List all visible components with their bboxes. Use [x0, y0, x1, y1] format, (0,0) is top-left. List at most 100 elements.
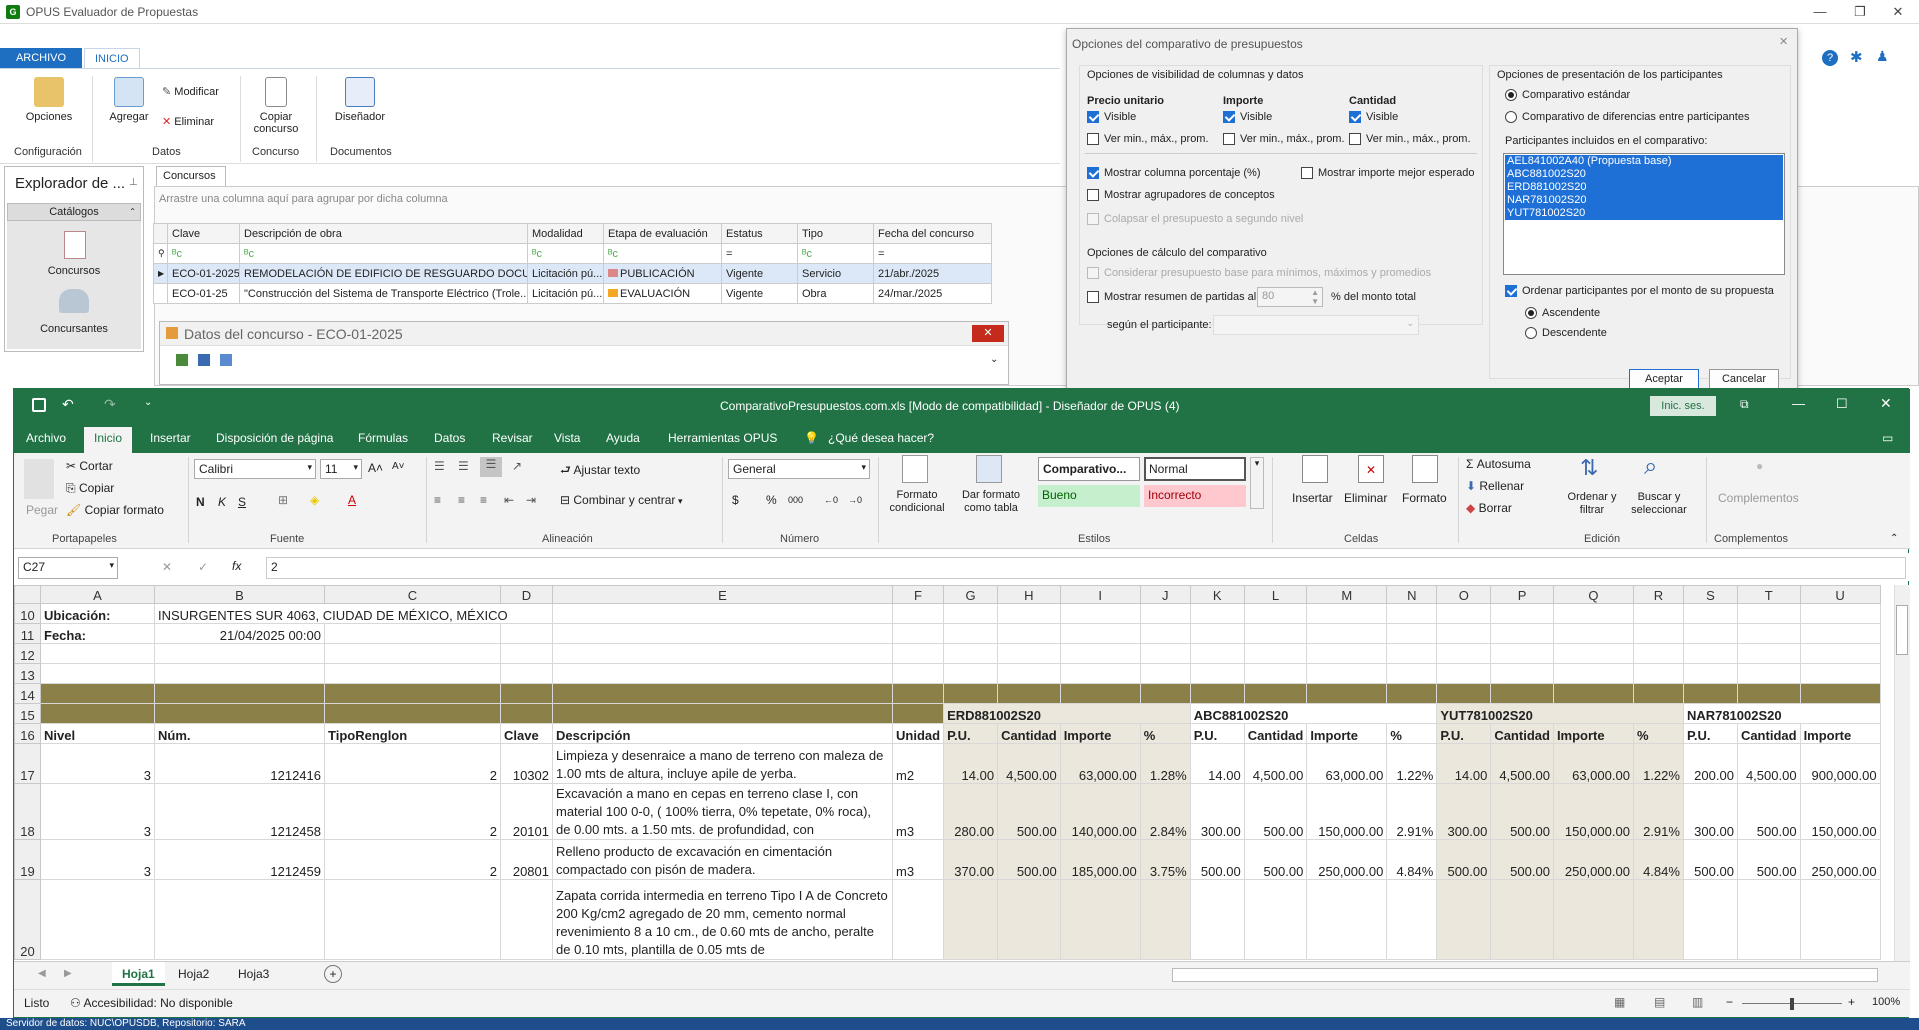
filter-cell[interactable]: ᴮᴄ — [527, 243, 604, 264]
sheet-cell[interactable] — [891, 603, 945, 624]
combinar-button[interactable]: ⊟ Combinar y centrar ▾ — [560, 493, 682, 507]
sheet-cell[interactable]: 200.00 — [1682, 743, 1738, 784]
col-header[interactable]: F — [891, 585, 945, 604]
sheet-cell[interactable] — [1632, 879, 1684, 960]
sheet-cell[interactable]: 1212458 — [154, 783, 325, 840]
formato-condicional-button[interactable]: Formato condicional — [882, 489, 952, 515]
page-break-icon[interactable]: ▥ — [1692, 995, 1703, 1009]
copiar-formato-button[interactable]: 🖌 Copiar formato — [66, 503, 164, 517]
diferencias-radio[interactable]: Comparativo de diferencias entre partici… — [1505, 111, 1749, 124]
row-header[interactable]: 19 — [14, 839, 41, 880]
tab-inicio[interactable]: Inicio — [84, 427, 133, 453]
row-header[interactable]: 12 — [14, 643, 41, 664]
sheet-tab-hoja2[interactable]: Hoja2 — [178, 967, 209, 981]
sheet-cell[interactable]: Zapata corrida intermedia en terreno Tip… — [552, 879, 893, 960]
sheet-cell[interactable] — [1243, 603, 1308, 624]
font-size-select[interactable]: 11 ▾ — [320, 459, 362, 479]
sheet-cell[interactable]: 63,000.00 — [1552, 743, 1634, 784]
increase-indent-icon[interactable]: ⇥ — [526, 493, 536, 507]
pin-icon[interactable]: ⊥ — [129, 177, 138, 188]
sheet-cell[interactable] — [1552, 643, 1634, 664]
sheet-cell[interactable]: YUT781002S20 — [1436, 703, 1684, 724]
imp-vermin-checkbox[interactable]: Ver min., máx., prom. — [1223, 133, 1345, 146]
tab-archivo[interactable]: ARCHIVO — [0, 48, 82, 69]
aceptar-button[interactable]: Aceptar — [1629, 369, 1699, 389]
sheet-cell[interactable] — [1736, 683, 1801, 704]
ajustar-texto-button[interactable]: ⮐ Ajustar texto — [560, 461, 640, 482]
sheet-cell[interactable] — [1552, 623, 1634, 644]
filter-cell[interactable]: ᴮᴄ — [239, 243, 528, 264]
cancelar-button[interactable]: Cancelar — [1709, 369, 1779, 389]
function-icon[interactable]: fx — [232, 559, 241, 573]
sheet-cell[interactable] — [1436, 683, 1492, 704]
sheet-tab-hoja1[interactable]: Hoja1 — [112, 962, 165, 986]
horizontal-scrollbar[interactable] — [1172, 968, 1878, 982]
sheet-cell[interactable] — [1632, 663, 1684, 684]
participante-item[interactable]: ABC881002S20 — [1507, 168, 1783, 181]
sheet-cell[interactable] — [1682, 643, 1738, 664]
sheet-cell[interactable] — [40, 663, 155, 684]
align-right-icon[interactable]: ≡ — [480, 493, 487, 507]
sheet-cell[interactable]: Clave — [500, 723, 553, 744]
cell-estatus[interactable]: Vigente — [721, 263, 798, 284]
sheet-cell[interactable] — [154, 643, 325, 664]
sheet-cell[interactable] — [1306, 643, 1388, 664]
copiar-button[interactable]: ⎘ Copiar — [66, 481, 114, 496]
sheet-cell[interactable] — [1799, 879, 1881, 960]
maximize-icon[interactable]: ❐ — [1840, 2, 1880, 22]
sheet-cell[interactable]: 500.00 — [1682, 839, 1738, 880]
autosuma-button[interactable]: Σ Autosuma — [1466, 457, 1531, 471]
agregar-button[interactable]: Agregar — [106, 77, 152, 123]
borders-icon[interactable]: ⊞ — [278, 493, 288, 507]
participante-item[interactable]: AEL841002A40 (Propuesta base) — [1507, 155, 1783, 168]
sheet-cell[interactable]: Cantidad — [1736, 723, 1801, 744]
sheet-cell[interactable] — [324, 879, 501, 960]
sheet-cell[interactable] — [891, 879, 945, 960]
sheet-cell[interactable] — [1736, 603, 1801, 624]
sheet-cell[interactable] — [500, 623, 553, 644]
sheet-cell[interactable]: 1212416 — [154, 743, 325, 784]
sheet-cell[interactable]: m3 — [891, 783, 945, 840]
row-header[interactable]: 20 — [14, 879, 41, 960]
search-icon[interactable]: ⌕ — [1644, 453, 1657, 481]
sheet-cell[interactable]: NAR781002S20 — [1682, 703, 1881, 724]
insert-cells-icon[interactable] — [1302, 455, 1328, 483]
sheet-cell[interactable] — [1436, 603, 1492, 624]
sheet-cell[interactable]: P.U. — [943, 723, 999, 744]
pu-vermin-checkbox[interactable]: Ver min., máx., prom. — [1087, 133, 1209, 146]
sheet-cell[interactable] — [1386, 879, 1438, 960]
sheet-cell[interactable] — [1243, 623, 1308, 644]
sheet-cell[interactable] — [1490, 623, 1554, 644]
sheet-cell[interactable] — [1139, 603, 1191, 624]
undo-icon[interactable]: ↶ — [62, 396, 74, 413]
tab-herramientas-opus[interactable]: Herramientas OPUS — [668, 431, 777, 445]
sheet-cell[interactable] — [1306, 683, 1388, 704]
sheet-cell[interactable]: 14.00 — [943, 743, 999, 784]
sheet-cell[interactable] — [1632, 643, 1684, 664]
dar-formato-tabla-button[interactable]: Dar formato como tabla — [956, 489, 1026, 515]
sheet-cell[interactable] — [997, 663, 1061, 684]
decrease-decimal-icon[interactable]: →0 — [848, 495, 862, 505]
sheet-cell[interactable]: 500.00 — [1243, 783, 1308, 840]
underline-icon[interactable]: S — [238, 495, 246, 509]
sheet-cell[interactable]: % — [1632, 723, 1684, 744]
catalog-concursos[interactable]: Concursos — [7, 265, 141, 277]
align-bottom-icon[interactable]: ☰ — [480, 457, 502, 477]
col-header[interactable]: D — [500, 585, 553, 604]
sheet-cell[interactable]: 500.00 — [1736, 783, 1801, 840]
scroll-thumb[interactable] — [1896, 605, 1908, 655]
ordenar-checkbox[interactable]: Ordenar participantes por el monto de su… — [1505, 285, 1774, 298]
sort-filter-icon[interactable]: ⇅ — [1580, 455, 1598, 481]
sheet-cell[interactable]: m3 — [891, 839, 945, 880]
row-header[interactable]: 11 — [14, 623, 41, 644]
sheet-cell[interactable] — [1799, 683, 1881, 704]
sheet-cell[interactable] — [1243, 643, 1308, 664]
sheet-cell[interactable]: Importe — [1306, 723, 1388, 744]
sheet-cell[interactable] — [1552, 663, 1634, 684]
table-row[interactable]: ▶ ECO-01-2025 REMODELACIÓN DE EDIFICIO D… — [153, 263, 992, 284]
table-row[interactable]: ECO-01-25 "Construcción del Sistema de T… — [153, 283, 992, 304]
sheet-cell[interactable] — [154, 879, 325, 960]
sheet-cell[interactable]: 4.84% — [1632, 839, 1684, 880]
sheet-cell[interactable] — [1243, 879, 1308, 960]
format-cells-icon[interactable] — [1412, 455, 1438, 483]
